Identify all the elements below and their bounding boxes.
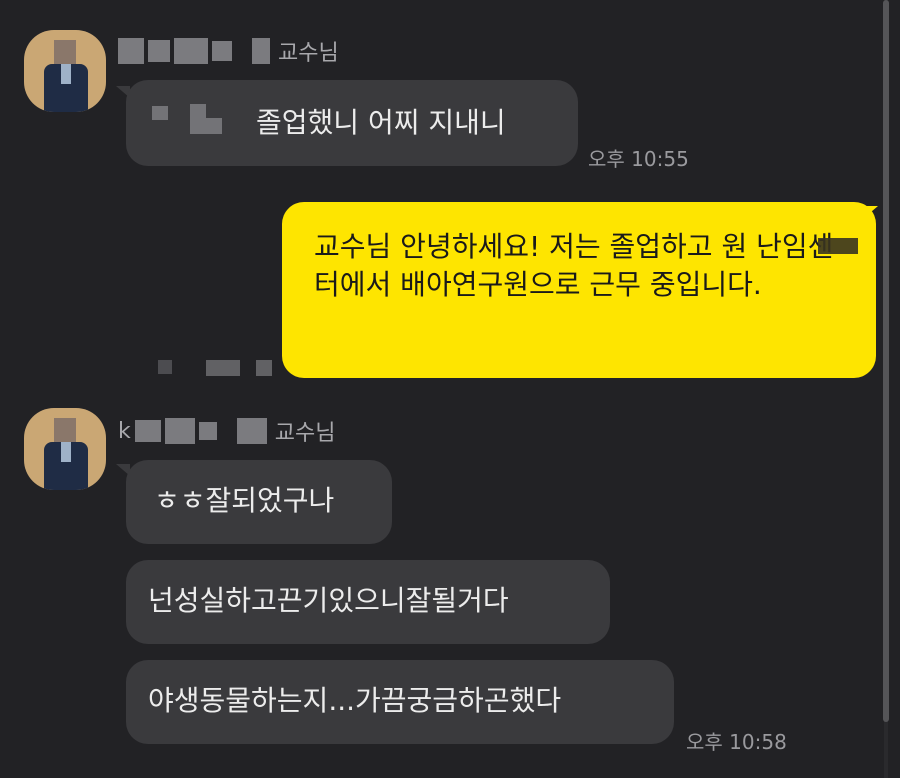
sender-title: 교수님 (278, 41, 339, 66)
redacted-block (134, 420, 161, 442)
message-text: 교수님 안녕하세요! 저는 졸업하고 원 난임센터에서 배아연구원으로 근무 중… (314, 230, 834, 301)
redacted-block (198, 422, 217, 440)
message-text: 졸업했니 어찌 지내니 (256, 106, 506, 139)
sender-avatar[interactable] (24, 30, 106, 112)
message-text: 야생동물하는지...가끔궁금하곤했다 (148, 684, 562, 717)
my-message-bubble[interactable]: 교수님 안녕하세요! 저는 졸업하고 원 난임센터에서 배아연구원으로 근무 중… (282, 202, 876, 378)
message-timestamp: 오후 10:58 (686, 730, 787, 754)
sender-name: 교수님 (118, 36, 339, 66)
avatar-head (54, 40, 76, 66)
sender-title: 교수님 (274, 421, 336, 446)
redacted-block (158, 360, 172, 374)
redacted-block (118, 38, 144, 64)
chat-window: 교수님 졸업했니 어찌 지내니 오후 10:55 교수님 안녕하세요! 저는 졸… (0, 0, 900, 778)
redacted-block (174, 38, 208, 64)
scrollbar-thumb[interactable] (883, 0, 889, 722)
message-text: ㅎㅎ잘되었구나 (154, 484, 335, 517)
redacted-block (212, 41, 232, 61)
redacted-block (206, 360, 240, 376)
message-bubble[interactable]: ㅎㅎ잘되었구나 (126, 460, 392, 544)
sender-avatar[interactable] (24, 408, 106, 490)
redacted-block (236, 418, 267, 444)
avatar-collar (61, 64, 71, 84)
redacted-block (190, 104, 206, 134)
redacted-block (256, 360, 272, 376)
redacted-block (206, 118, 222, 134)
sender-name: k 교수님 (118, 416, 335, 446)
sender-initial: k (118, 418, 131, 444)
avatar-head (54, 418, 76, 444)
message-text: 넌성실하고끈기있으니잘될거다 (148, 584, 509, 617)
redacted-block (164, 418, 195, 444)
redacted-block (148, 40, 170, 62)
redacted-block (818, 238, 858, 254)
redacted-block (252, 38, 270, 64)
redacted-block (152, 106, 168, 120)
message-bubble[interactable]: 야생동물하는지...가끔궁금하곤했다 (126, 660, 674, 744)
message-timestamp: 오후 10:55 (588, 147, 689, 171)
avatar-collar (61, 442, 71, 462)
message-bubble[interactable]: 넌성실하고끈기있으니잘될거다 (126, 560, 610, 644)
